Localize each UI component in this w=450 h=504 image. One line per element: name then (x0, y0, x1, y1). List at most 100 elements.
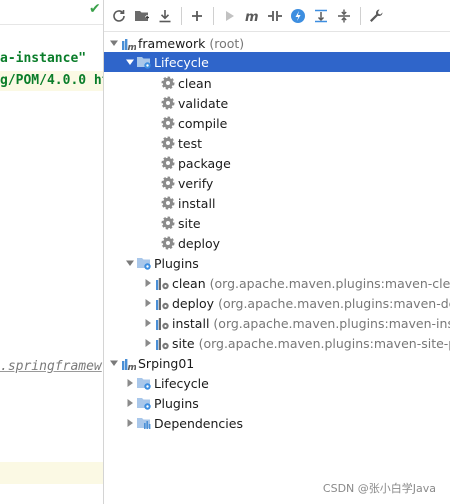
plugin-detail: (org.apache.maven.plugins:maven-site-plu… (198, 335, 450, 351)
lifecycle-phase-deploy[interactable]: deploy (104, 233, 450, 253)
lifecycle-phase-package[interactable]: package (104, 153, 450, 173)
collapse-all-icon[interactable] (333, 5, 355, 27)
checkmark-icon: ✔ (89, 1, 101, 17)
chevron-right-icon[interactable] (142, 273, 154, 293)
gear-icon (160, 215, 176, 231)
plugin-detail: (org.apache.maven.plugins:maven-install (213, 315, 450, 331)
maven-module-icon: m (120, 355, 136, 371)
tree-node-label: Srping01 (138, 355, 195, 371)
code-line: a-instance" (0, 51, 87, 66)
watermark-text: CSDN @张小白学Java (322, 482, 436, 495)
gear-icon (160, 235, 176, 251)
plugin-label: site (172, 335, 195, 351)
phase-label: site (178, 215, 201, 231)
plugin-detail: (org.apache.maven.plugins:maven-depl (218, 295, 450, 311)
tree-node-srping-plugins[interactable]: Plugins (104, 393, 450, 413)
toolbar-separator (360, 6, 361, 25)
lifecycle-phase-clean[interactable]: clean (104, 73, 450, 93)
gear-icon (160, 115, 176, 131)
plus-icon[interactable] (186, 5, 208, 27)
add-project-folder-icon[interactable] (131, 5, 153, 27)
phase-label: clean (178, 75, 212, 91)
tree-node-framework-root[interactable]: m framework (root) (104, 33, 450, 53)
folder-gear-icon (136, 375, 152, 391)
tree-node-srping-dependencies[interactable]: Dependencies (104, 413, 450, 433)
skip-tests-icon[interactable] (287, 5, 309, 27)
tree-node-label: Dependencies (154, 415, 243, 431)
tree-node-label: Lifecycle (154, 375, 209, 391)
phase-label: deploy (178, 235, 221, 251)
maven-toolbar: m (104, 0, 450, 32)
chevron-down-icon[interactable] (124, 253, 136, 273)
gear-icon (160, 195, 176, 211)
toggle-offline-icon[interactable] (264, 5, 286, 27)
plugin-icon (154, 295, 170, 311)
plugin-item-install[interactable]: install (org.apache.maven.plugins:maven-… (104, 313, 450, 333)
execute-goal-icon[interactable]: m (241, 5, 263, 27)
lifecycle-phase-verify[interactable]: verify (104, 173, 450, 193)
chevron-down-icon[interactable] (108, 33, 120, 53)
code-link-line[interactable]: .springframew (0, 359, 102, 374)
chevron-down-icon[interactable] (108, 353, 120, 373)
chevron-right-icon[interactable] (124, 413, 136, 433)
phase-label: verify (178, 175, 214, 191)
run-icon[interactable] (218, 5, 240, 27)
reload-icon[interactable] (108, 5, 130, 27)
plugin-label: clean (172, 275, 206, 291)
plugin-icon (154, 315, 170, 331)
phase-label: install (178, 195, 216, 211)
chevron-right-icon[interactable] (142, 313, 154, 333)
plugin-item-site[interactable]: site (org.apache.maven.plugins:maven-sit… (104, 333, 450, 353)
chevron-right-icon[interactable] (124, 393, 136, 413)
dependencies-icon (136, 415, 152, 431)
phase-label: validate (178, 95, 229, 111)
plugin-item-deploy[interactable]: deploy (org.apache.maven.plugins:maven-d… (104, 293, 450, 313)
folder-gear-icon (136, 54, 152, 70)
editor-line-separator (0, 24, 104, 25)
plugin-icon (154, 335, 170, 351)
tree-node-suffix: (root) (209, 35, 245, 51)
code-line: g/POM/4.0.0 ht (0, 73, 104, 88)
gear-icon (160, 175, 176, 191)
svg-text:m: m (128, 363, 137, 371)
maven-module-icon: m (120, 35, 136, 51)
tree-node-label: Plugins (154, 255, 199, 271)
plugin-item-clean[interactable]: clean (org.apache.maven.plugins:maven-cl… (104, 273, 450, 293)
gear-icon (160, 135, 176, 151)
settings-wrench-icon[interactable] (365, 5, 387, 27)
svg-text:m: m (128, 43, 137, 51)
toolbar-separator (213, 6, 214, 25)
lifecycle-phase-compile[interactable]: compile (104, 113, 450, 133)
folder-gear-icon (136, 395, 152, 411)
maven-tool-window: m m framework (root) Lifecycle clean val… (104, 0, 450, 504)
code-editor-fragment[interactable]: a-instance" g/POM/4.0.0 ht .springframew (0, 0, 104, 504)
lifecycle-phase-site[interactable]: site (104, 213, 450, 233)
folder-gear-icon (136, 255, 152, 271)
lifecycle-phase-validate[interactable]: validate (104, 93, 450, 113)
chevron-right-icon[interactable] (124, 373, 136, 393)
tree-node-srping01[interactable]: m Srping01 (104, 353, 450, 373)
chevron-right-icon[interactable] (142, 293, 154, 313)
phase-label: package (178, 155, 231, 171)
svg-text:m: m (245, 10, 259, 24)
editor-highlight-band (0, 462, 104, 484)
show-dependencies-icon[interactable] (310, 5, 332, 27)
gear-icon (160, 75, 176, 91)
lifecycle-phase-install[interactable]: install (104, 193, 450, 213)
chevron-down-icon[interactable] (124, 52, 136, 72)
chevron-right-icon[interactable] (142, 333, 154, 353)
tree-node-lifecycle[interactable]: Lifecycle (104, 52, 450, 72)
phase-label: compile (178, 115, 228, 131)
phase-label: test (178, 135, 203, 151)
tree-node-plugins[interactable]: Plugins (104, 253, 450, 273)
download-icon[interactable] (154, 5, 176, 27)
gear-icon (160, 95, 176, 111)
tree-node-srping-lifecycle[interactable]: Lifecycle (104, 373, 450, 393)
tree-node-label: Plugins (154, 395, 199, 411)
plugin-icon (154, 275, 170, 291)
plugin-label: deploy (172, 295, 215, 311)
gear-icon (160, 155, 176, 171)
tree-node-label: framework (138, 35, 206, 51)
lifecycle-phase-test[interactable]: test (104, 133, 450, 153)
plugin-label: install (172, 315, 210, 331)
